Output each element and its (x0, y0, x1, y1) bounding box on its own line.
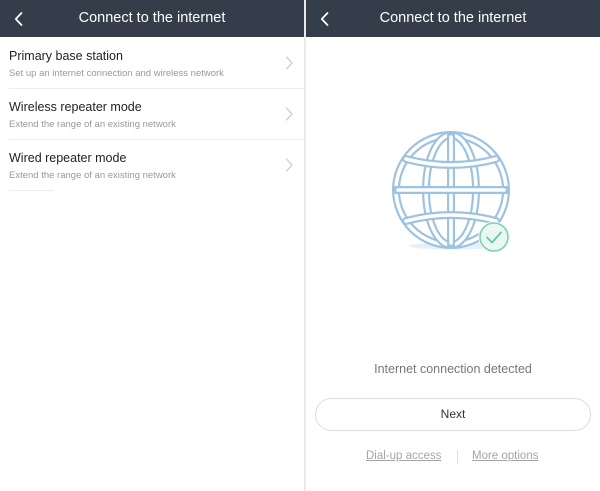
chevron-right-icon (285, 56, 293, 70)
list-divider (9, 190, 54, 191)
chevron-left-icon (320, 11, 328, 26)
connection-illustration (390, 124, 520, 256)
status-text: Internet connection detected (374, 362, 532, 376)
mode-item-title: Primary base station (9, 49, 123, 63)
header-bar: Connect to the internet (0, 0, 304, 37)
more-options-link[interactable]: More options (472, 450, 538, 462)
back-button[interactable] (0, 0, 36, 37)
page-title: Connect to the internet (78, 10, 226, 26)
mode-item-wireless-repeater[interactable]: Wireless repeater mode Extend the range … (0, 89, 304, 140)
mode-item-subtitle: Set up an internet connection and wirele… (9, 68, 224, 79)
mode-item-subtitle: Extend the range of an existing network (9, 119, 176, 130)
link-divider (457, 450, 458, 464)
chevron-right-icon (285, 107, 293, 121)
mode-item-subtitle: Extend the range of an existing network (9, 170, 176, 181)
mode-item-wired-repeater[interactable]: Wired repeater mode Extend the range of … (0, 140, 304, 191)
page-title: Connect to the internet (379, 10, 527, 26)
back-button[interactable] (306, 0, 342, 37)
mode-selection-screen: Connect to the internet Primary base sta… (0, 0, 304, 491)
next-button[interactable]: Next (315, 398, 591, 431)
mode-item-title: Wired repeater mode (9, 151, 127, 165)
dialup-access-link[interactable]: Dial-up access (366, 450, 441, 462)
mode-item-primary-base-station[interactable]: Primary base station Set up an internet … (0, 38, 304, 89)
chevron-right-icon (285, 158, 293, 172)
mode-item-title: Wireless repeater mode (9, 100, 142, 114)
header-bar: Connect to the internet (306, 0, 600, 37)
chevron-left-icon (14, 11, 22, 26)
check-badge-icon (478, 221, 510, 253)
connection-detected-screen: Connect to the internet Internet connect… (306, 0, 600, 491)
